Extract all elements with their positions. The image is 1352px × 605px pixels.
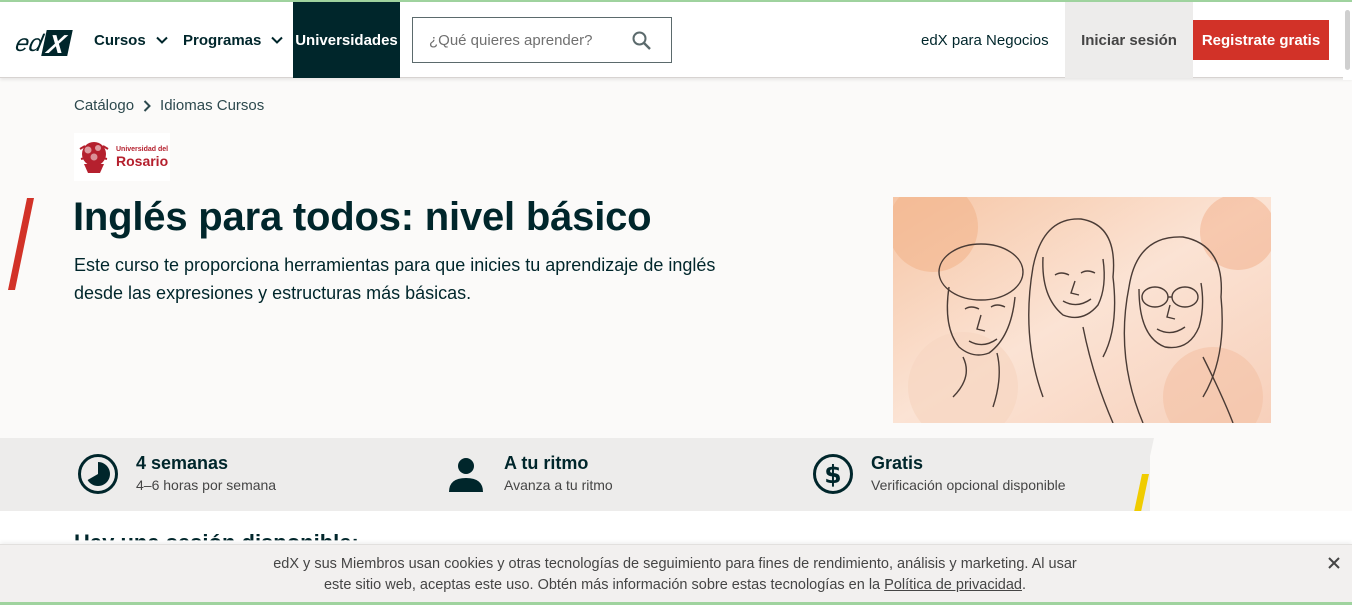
university-name: Universidad del Rosario (116, 146, 168, 168)
breadcrumb-idiomas[interactable]: Idiomas Cursos (160, 97, 264, 114)
cookie-banner: edX y sus Miembros usan cookies y otras … (0, 544, 1352, 605)
nav-programas-label: Programas (183, 31, 262, 49)
clock-icon (78, 454, 118, 494)
course-title: Inglés para todos: nivel básico (73, 195, 652, 239)
login-button[interactable]: Iniciar sesión (1065, 2, 1193, 78)
course-description: Este curso te proporciona herramientas p… (74, 255, 716, 303)
business-link[interactable]: edX para Negocios (921, 2, 1049, 78)
scrollbar-thumb[interactable] (1345, 10, 1350, 70)
nav-cursos-label: Cursos (94, 31, 146, 49)
stat-duration-subtitle: 4–6 horas por semana (136, 477, 277, 493)
decorative-yellow-slash (1134, 474, 1149, 512)
breadcrumb-catalogo[interactable]: Catálogo (74, 97, 134, 114)
university-name-small: Universidad del (116, 146, 169, 153)
chevron-down-icon (271, 36, 284, 44)
breadcrumb: Catálogo Idiomas Cursos (74, 97, 264, 114)
stat-price-subtitle: Verificación opcional disponible (871, 477, 1066, 493)
stat-price-title: Gratis (871, 453, 924, 473)
svg-text:$: $ (824, 460, 841, 489)
site-header: ed X Cursos Programas Universidades edX … (0, 2, 1352, 80)
nav-programas[interactable]: Programas (183, 2, 284, 78)
stat-duration-title: 4 semanas (136, 453, 229, 473)
stat-pace-title: A tu ritmo (504, 453, 589, 473)
university-logo[interactable]: Universidad del Rosario (74, 133, 170, 181)
cookie-text-end: . (1021, 577, 1027, 593)
decorative-red-slash (8, 198, 34, 290)
privacy-policy-link[interactable]: Política de privacidad (884, 577, 1022, 593)
cookie-text: edX y sus Miembros usan cookies y otras … (260, 554, 1090, 596)
dollar-icon: $ (813, 454, 853, 494)
nav-cursos[interactable]: Cursos (94, 2, 168, 78)
edx-logo[interactable]: ed X (14, 24, 76, 60)
search-input[interactable] (429, 31, 619, 49)
nav-universidades-label: Universidades (295, 31, 398, 49)
stat-duration: 4 semanas 4–6 horas por semana (76, 452, 276, 496)
chevron-right-icon (143, 99, 151, 112)
stat-price: $ Gratis Verificación opcional disponibl… (811, 452, 1066, 496)
person-icon (449, 458, 483, 492)
stat-pace: A tu ritmo Avanza a tu ritmo (444, 452, 613, 496)
close-icon[interactable] (1327, 556, 1341, 570)
register-button[interactable]: Registrate gratis (1193, 20, 1329, 60)
search-icon[interactable] (632, 31, 651, 50)
stat-pace-subtitle: Avanza a tu ritmo (504, 477, 613, 493)
rosario-crest-icon (79, 142, 109, 173)
chevron-down-icon (155, 36, 168, 44)
nav-universidades[interactable]: Universidades (293, 2, 400, 78)
search-box (412, 17, 672, 63)
university-name-big: Rosario (116, 153, 169, 169)
course-hero-illustration (893, 197, 1271, 423)
